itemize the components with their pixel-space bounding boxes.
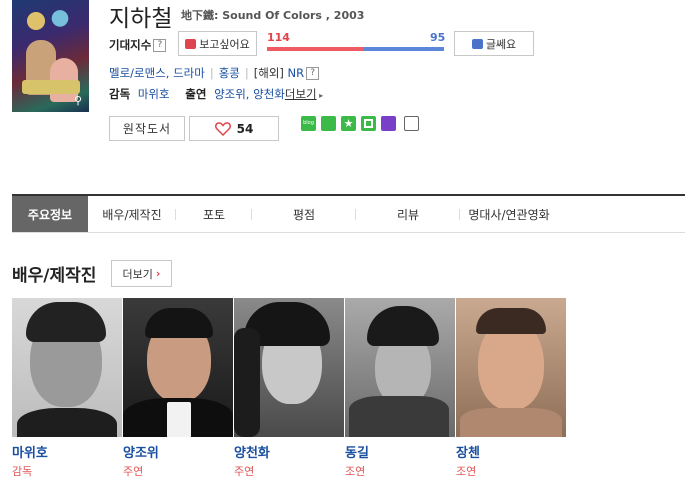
thumbs-down-icon bbox=[471, 38, 483, 49]
person-card[interactable]: 마위호 감독 bbox=[12, 298, 123, 478]
want-to-see-button[interactable]: 보고싶어요 bbox=[178, 31, 257, 56]
cast-more-button[interactable]: 더보기 › bbox=[111, 260, 172, 287]
like-count: 54 bbox=[236, 121, 254, 136]
director-link[interactable]: 마위호 bbox=[138, 87, 170, 101]
thumbs-up-icon bbox=[185, 38, 197, 49]
chevron-right-icon: ▸ bbox=[316, 91, 324, 100]
cast-links[interactable]: 양조위, 양천화 bbox=[214, 87, 285, 101]
help-icon[interactable]: ? bbox=[306, 67, 320, 80]
not-sure-label: 글쎄요 bbox=[485, 37, 517, 51]
tab-label: 배우/제작진 bbox=[102, 207, 162, 222]
tab-label: 명대사/연관영화 bbox=[468, 207, 550, 222]
help-icon[interactable]: ? bbox=[153, 39, 167, 52]
blog-share-icon[interactable]: blog bbox=[301, 116, 316, 131]
person-card[interactable]: 양조위 주연 bbox=[123, 298, 234, 478]
person-role: 감독 bbox=[12, 465, 33, 478]
credits-row: 감독 마위호 출연 양조위, 양천화더보기 ▸ bbox=[109, 86, 323, 102]
tab-label: 포토 bbox=[202, 207, 226, 222]
tab-photos[interactable]: 포토 bbox=[176, 196, 252, 232]
person-photo[interactable] bbox=[123, 298, 233, 437]
divider: | bbox=[209, 66, 214, 80]
tab-reviews[interactable]: 리뷰 bbox=[356, 196, 460, 232]
country-link[interactable]: 홍콩 bbox=[219, 66, 240, 80]
original-book-button[interactable]: 원작도서 bbox=[109, 116, 185, 141]
people-list: 마위호 감독 양조위 주연 양천화 주연 동길 조연 장첸 조연 bbox=[12, 298, 567, 478]
tab-ratings[interactable]: 평점 bbox=[252, 196, 356, 232]
cast-label: 출연 bbox=[185, 87, 207, 101]
rating-prefix: [해외] bbox=[253, 66, 284, 80]
want-bar bbox=[267, 47, 364, 51]
tab-cast-crew[interactable]: 배우/제작진 bbox=[88, 196, 176, 232]
band-share-icon[interactable] bbox=[361, 116, 376, 131]
movie-subtitle: 地下鐵: Sound Of Colors , 2003 bbox=[181, 9, 365, 22]
expectation-label-group: 기대지수? bbox=[109, 37, 167, 53]
cafe-share-icon[interactable] bbox=[321, 116, 336, 131]
tab-quotes-related[interactable]: 명대사/연관영화 bbox=[460, 196, 558, 232]
share-icon[interactable] bbox=[404, 116, 419, 131]
tab-label: 리뷰 bbox=[396, 207, 420, 222]
want-count: 114 bbox=[267, 31, 290, 44]
poster-logo bbox=[22, 80, 80, 94]
original-book-label: 원작도서 bbox=[122, 122, 172, 136]
expectation-label: 기대지수 bbox=[109, 38, 152, 52]
section-title: 배우/제작진 bbox=[12, 266, 97, 286]
divider: | bbox=[244, 66, 249, 80]
want-to-see-label: 보고싶어요 bbox=[199, 37, 250, 51]
dislike-bar bbox=[364, 47, 444, 51]
not-sure-button[interactable]: 글쎄요 bbox=[454, 31, 534, 56]
person-photo[interactable] bbox=[12, 298, 122, 437]
tab-main-info[interactable]: 주요정보 bbox=[12, 196, 88, 232]
movie-meta: 멜로/로맨스, 드라마 | 홍콩 | [해외] NR? bbox=[109, 65, 320, 81]
pinterest-share-icon[interactable] bbox=[381, 116, 396, 131]
person-photo[interactable] bbox=[345, 298, 455, 437]
person-name[interactable]: 양천화 bbox=[234, 442, 270, 461]
cast-more-label: 더보기 bbox=[122, 267, 153, 281]
bookmark-star-icon[interactable]: ★ bbox=[341, 116, 356, 131]
person-name[interactable]: 장첸 bbox=[456, 442, 480, 461]
dislike-count: 95 bbox=[430, 31, 446, 44]
genre-link[interactable]: 멜로/로맨스, 드라마 bbox=[109, 66, 205, 80]
person-card[interactable]: 양천화 주연 bbox=[234, 298, 345, 478]
movie-poster[interactable]: ⚲ bbox=[12, 0, 89, 112]
director-label: 감독 bbox=[109, 87, 131, 101]
like-button[interactable]: 54 bbox=[189, 116, 279, 141]
person-role: 조연 bbox=[345, 465, 366, 478]
rating-link[interactable]: NR bbox=[288, 66, 305, 80]
share-icons: blog ★ bbox=[301, 116, 419, 131]
chevron-right-icon: › bbox=[155, 267, 161, 280]
person-role: 조연 bbox=[456, 465, 477, 478]
person-role: 주연 bbox=[234, 465, 255, 478]
person-name[interactable]: 양조위 bbox=[123, 442, 159, 461]
person-card[interactable]: 장첸 조연 bbox=[456, 298, 567, 478]
tab-bar: 주요정보 배우/제작진 포토 평점 리뷰 명대사/연관영화 bbox=[12, 196, 685, 233]
heart-icon bbox=[214, 121, 231, 136]
person-card[interactable]: 동길 조연 bbox=[345, 298, 456, 478]
person-photo[interactable] bbox=[234, 298, 344, 437]
tab-label: 평점 bbox=[292, 207, 316, 222]
person-name[interactable]: 동길 bbox=[345, 442, 369, 461]
person-role: 주연 bbox=[123, 465, 144, 478]
person-photo[interactable] bbox=[456, 298, 566, 437]
poster-art bbox=[18, 8, 78, 34]
magnify-icon[interactable]: ⚲ bbox=[71, 94, 85, 108]
person-name[interactable]: 마위호 bbox=[12, 442, 48, 461]
more-credits-link[interactable]: 더보기 bbox=[285, 87, 317, 101]
movie-title: 지하철 bbox=[109, 6, 173, 32]
